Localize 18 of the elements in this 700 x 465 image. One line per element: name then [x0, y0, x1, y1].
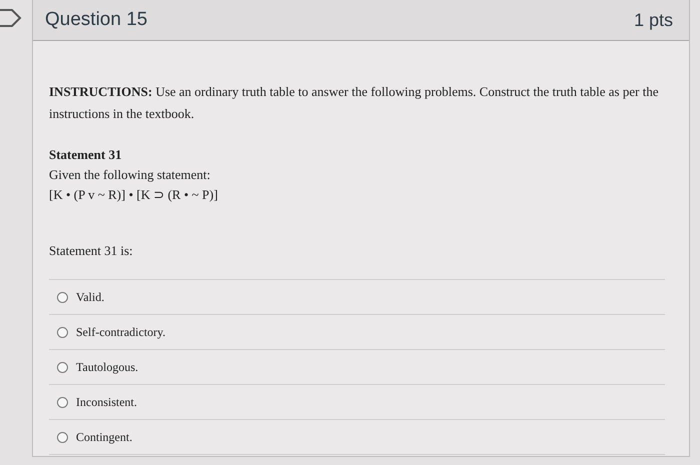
option-label[interactable]: Valid.	[76, 290, 104, 304]
formula-text: [K • (P v ~ R)] • [K ⊃ (R • ~ P)]	[49, 186, 219, 204]
option-label[interactable]: Self-contradictory.	[76, 324, 166, 340]
statement-heading: Statement 31	[49, 146, 123, 164]
bookmark-icon	[0, 8, 22, 28]
option-label[interactable]: Contingent.	[76, 430, 132, 444]
radio-button[interactable]	[57, 326, 68, 338]
radio-button[interactable]	[57, 292, 68, 302]
question-title: Question 15	[45, 9, 148, 31]
points-label: 1 pts	[634, 10, 673, 30]
radio-button[interactable]	[57, 396, 68, 408]
instructions-text: INSTRUCTIONS: Use an ordinary truth table to answer the following problems. Construct the truth table as per the instructions in the textbook.	[49, 83, 660, 123]
radio-button[interactable]	[57, 432, 68, 442]
option-label[interactable]: Tautologous.	[76, 360, 138, 374]
radio-button[interactable]	[57, 362, 68, 372]
statement-intro: Given the following statement:	[49, 166, 212, 184]
option-label[interactable]: Inconsistent.	[76, 394, 137, 410]
question-prompt: Statement 31 is:	[49, 243, 134, 259]
